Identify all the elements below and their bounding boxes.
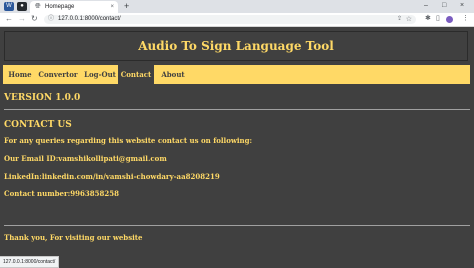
- site-navbar: Home Convertor Log-Out Contact About: [3, 65, 470, 84]
- status-bar-url: 127.0.0.1:8000/contact/: [0, 256, 60, 268]
- contact-heading: CONTACT US: [4, 120, 72, 130]
- new-tab-button[interactable]: +: [124, 1, 129, 12]
- bookmark-star-icon[interactable]: ☆: [406, 15, 412, 24]
- address-bar-url[interactable]: 127.0.0.1:8000/contact/: [58, 15, 121, 24]
- menu-kebab-icon[interactable]: ⋮: [462, 14, 469, 24]
- address-bar[interactable]: ⓘ 127.0.0.1:8000/contact/ ⇪ ☆: [44, 15, 416, 24]
- nav-log-out[interactable]: Log-Out: [83, 65, 117, 84]
- github-pinned-tab-icon[interactable]: ●: [17, 2, 27, 11]
- browser-toolbar: ← → ↻ ⓘ 127.0.0.1:8000/contact/ ⇪ ☆ ✱ ▯ …: [0, 13, 474, 27]
- profile-avatar-icon[interactable]: [446, 16, 453, 23]
- globe-icon: 🌐︎: [35, 3, 41, 10]
- share-icon[interactable]: ⇪: [397, 15, 402, 24]
- thanks-message: Thank you, For visiting our website: [4, 233, 143, 242]
- reload-button[interactable]: ↻: [31, 14, 38, 24]
- version-heading: VERSION 1.0.0: [4, 93, 81, 103]
- word-pinned-tab-icon[interactable]: W: [4, 2, 14, 11]
- window-close-button[interactable]: ×: [460, 1, 464, 11]
- extensions-icon[interactable]: ✱: [425, 14, 431, 24]
- tab-title: Homepage: [45, 4, 75, 10]
- contact-intro: For any queries regarding this website c…: [4, 136, 253, 145]
- nav-home[interactable]: Home: [8, 65, 32, 84]
- tab-close-icon[interactable]: ×: [110, 3, 114, 11]
- nav-contact[interactable]: Contact: [118, 65, 154, 84]
- divider: [4, 109, 470, 110]
- site-title: Audio To Sign Language Tool: [138, 39, 334, 53]
- active-browser-tab[interactable]: 🌐︎ Homepage ×: [30, 1, 118, 13]
- nav-convertor[interactable]: Convertor: [37, 65, 79, 84]
- back-button[interactable]: ←: [5, 14, 13, 24]
- nav-about[interactable]: About: [158, 65, 188, 84]
- minimize-button[interactable]: –: [424, 1, 428, 11]
- site-info-icon[interactable]: ⓘ: [48, 15, 54, 24]
- browser-tab-strip: W ● 🌐︎ Homepage × + – □ ×: [0, 0, 474, 13]
- site-header: Audio To Sign Language Tool: [4, 31, 468, 61]
- forward-button[interactable]: →: [18, 14, 26, 24]
- divider: [4, 225, 470, 226]
- sidebar-icon[interactable]: ▯: [436, 14, 440, 24]
- maximize-button[interactable]: □: [442, 1, 446, 11]
- linkedin-line: LinkedIn:linkedin.com/in/vamshi-chowdary…: [4, 172, 220, 181]
- phone-line: Contact number:9963858258: [4, 189, 119, 198]
- email-line: Our Email ID:vamshikollipati@gmail.com: [4, 154, 167, 163]
- page-body: Audio To Sign Language Tool Home Convert…: [0, 27, 474, 266]
